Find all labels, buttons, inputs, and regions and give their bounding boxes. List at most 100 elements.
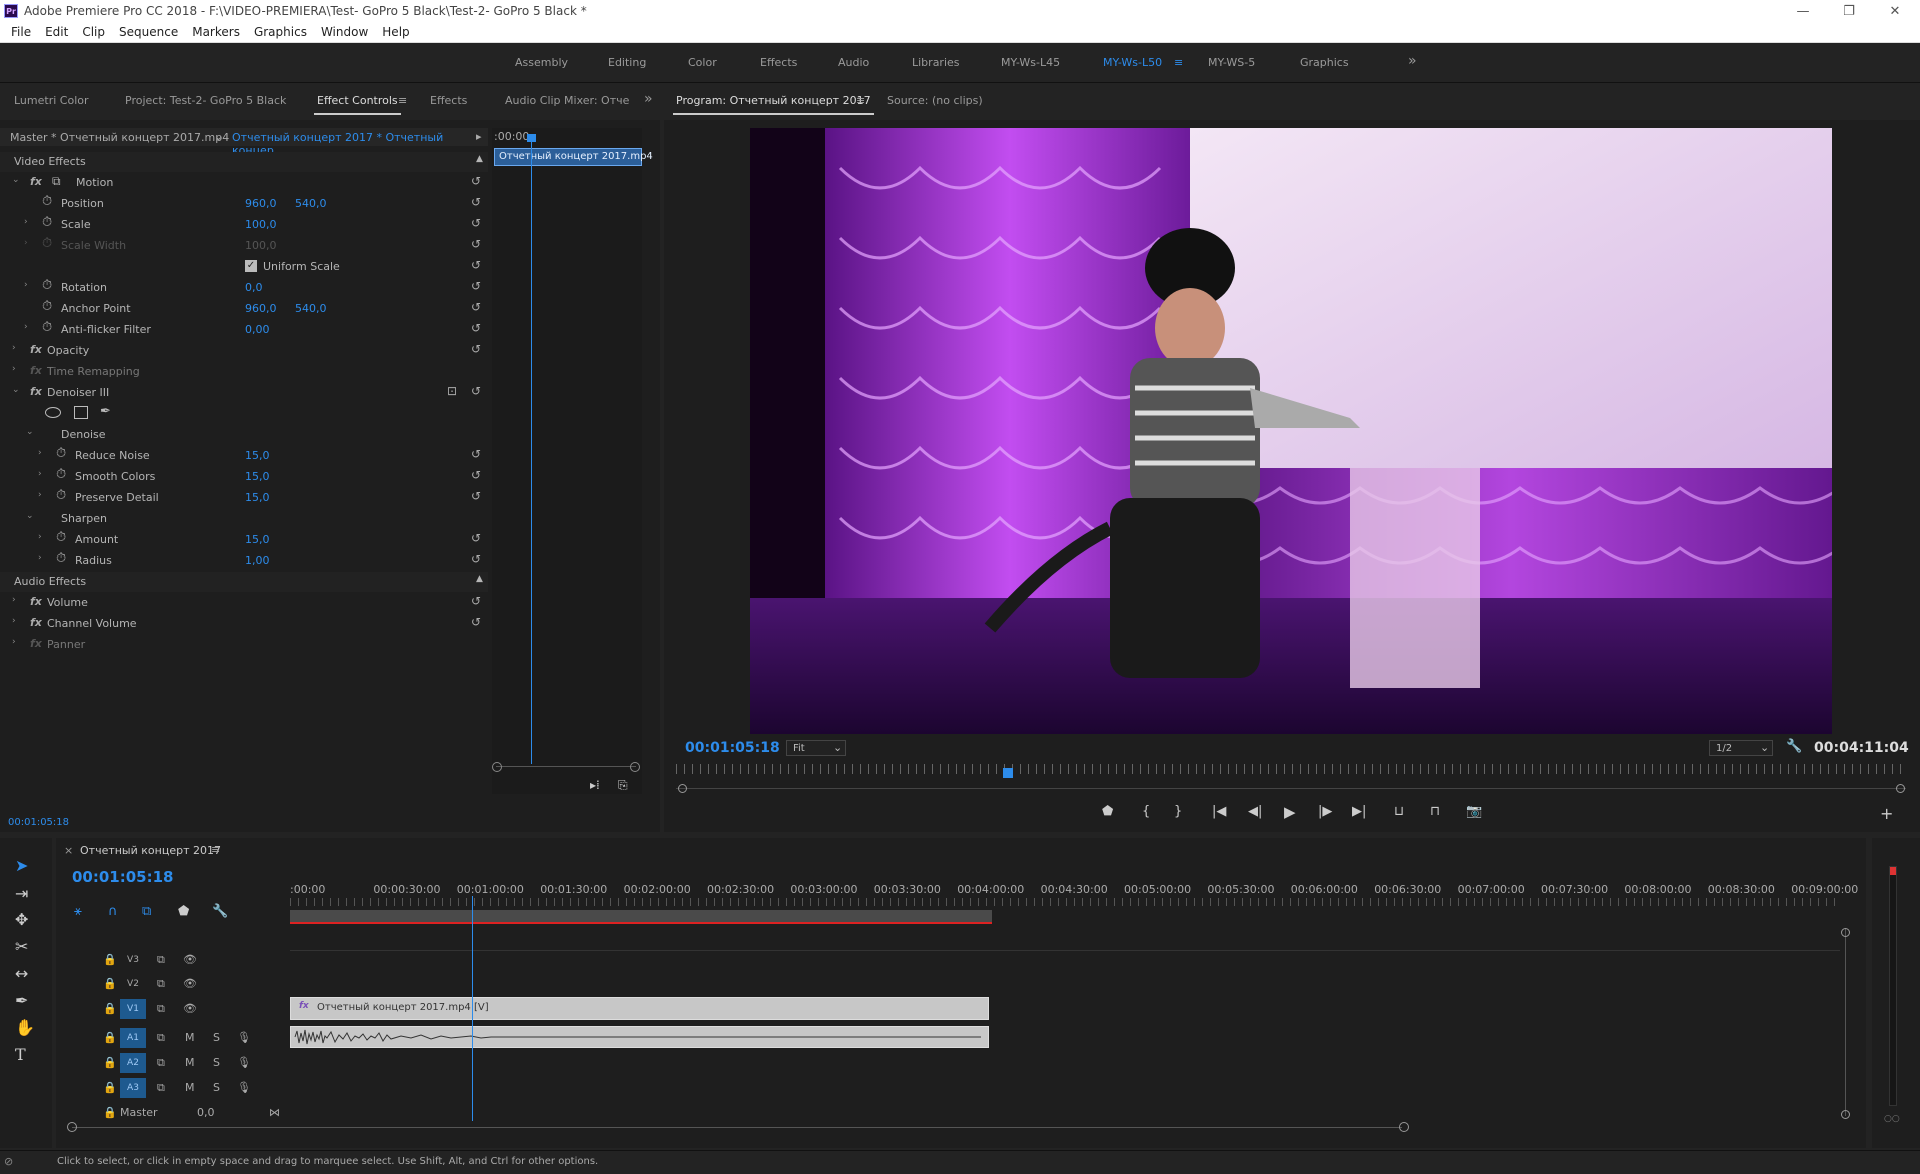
program-video-frame[interactable] [750,128,1832,734]
audio-clip-a1[interactable] [290,1026,989,1048]
menu-help[interactable]: Help [382,25,409,39]
resolution-dropdown[interactable]: 1/2 ⌄ [1709,740,1773,756]
tab-project[interactable]: Project: Test-2- GoPro 5 Black [125,94,286,107]
expand-arrow-icon[interactable]: › [38,553,42,563]
stopwatch-icon[interactable]: ⏱ [56,446,66,461]
reset-icon[interactable]: ↺ [471,258,481,272]
eye-icon[interactable]: 👁 [183,1002,197,1015]
uniform-scale-checkbox[interactable]: ✓ [245,260,257,272]
reset-icon[interactable]: ↺ [471,384,481,398]
reset-icon[interactable]: ↺ [471,237,481,251]
snap-icon[interactable]: ∩ [108,904,118,919]
reduce-noise-value[interactable]: 15,0 [245,449,270,462]
workspace-graphics[interactable]: Graphics [1300,56,1349,69]
denoise-group-row[interactable]: ⌄ Denoise [0,424,485,445]
add-marker-icon[interactable]: ⬟ [1102,804,1113,819]
more-workspaces-icon[interactable]: » [1408,53,1417,69]
workspace-color[interactable]: Color [688,56,717,69]
nest-icon[interactable]: ⚹ [74,904,82,919]
mini-playhead-handle[interactable] [527,134,536,142]
lock-icon[interactable]: 🔒 [103,1081,117,1094]
menu-sequence[interactable]: Sequence [119,25,178,39]
timeline-timecode[interactable]: 00:01:05:18 [72,868,174,886]
solo-button[interactable]: S [213,1081,220,1094]
panel-menu-icon[interactable]: ≡ [856,94,865,107]
track-target-v2[interactable]: V2 [120,974,146,994]
program-zoom-bar[interactable] [676,788,1906,789]
workspace-effects[interactable]: Effects [760,56,797,69]
time-remapping-row[interactable]: › fx Time Remapping [0,361,485,382]
expand-arrow-icon[interactable]: › [12,364,16,374]
expand-arrow-icon[interactable]: › [12,616,16,626]
menu-window[interactable]: Window [321,25,368,39]
reset-icon[interactable]: ↺ [471,468,481,482]
expand-arrow-icon[interactable]: › [38,532,42,542]
expand-chevron-icon[interactable]: ⌄ [12,175,20,185]
track-select-tool-icon[interactable]: ⇥ [15,884,28,903]
stopwatch-icon[interactable]: ⏱ [42,194,52,209]
maximize-icon[interactable]: ❐ [1826,0,1872,22]
anchor-x-value[interactable]: 960,0 [245,302,277,315]
eye-icon[interactable]: 👁 [183,953,197,966]
mute-button[interactable]: M [185,1031,195,1044]
expand-arrow-icon[interactable]: › [12,595,16,605]
hand-tool-icon[interactable]: ✋ [15,1018,35,1037]
sequence-tab[interactable]: Отчетный концерт 2017 [80,844,221,857]
track-target-a1[interactable]: A1 [120,1028,146,1048]
expand-arrow-icon[interactable]: › [38,469,42,479]
keyframe-add-icon[interactable]: ⊡ [447,384,457,398]
lock-icon[interactable]: 🔒 [103,1002,117,1015]
sharpen-group-row[interactable]: ⌄ Sharpen [0,508,485,529]
step-forward-icon[interactable]: |▶ [1318,804,1332,819]
workspace-audio[interactable]: Audio [838,56,869,69]
workspace-libraries[interactable]: Libraries [912,56,960,69]
go-to-out-icon[interactable]: ▶| [1352,804,1366,819]
solo-button[interactable]: S [213,1031,220,1044]
stopwatch-icon[interactable]: ⏱ [42,299,52,314]
stopwatch-icon[interactable]: ⏱ [56,488,66,503]
stopwatch-icon[interactable]: ⏱ [42,278,52,293]
export-icon[interactable]: ⎘ [618,778,628,793]
scroll-handle-left[interactable] [492,762,502,772]
sync-lock-icon[interactable]: ⧉ [157,1056,165,1070]
rectangle-mask-icon[interactable] [74,406,88,419]
scroll-handle-left[interactable] [67,1122,77,1132]
filter-icon[interactable]: ▸⁞ [590,778,600,792]
go-to-edit-icon[interactable]: ⋈ [269,1106,280,1119]
clip-indicator[interactable] [1890,867,1896,875]
reset-icon[interactable]: ↺ [471,195,481,209]
reset-icon[interactable]: ↺ [471,489,481,503]
position-x-value[interactable]: 960,0 [245,197,277,210]
menu-file[interactable]: File [11,25,31,39]
stopwatch-icon[interactable]: ⏱ [42,320,52,335]
meter-solo-icon[interactable]: ○○ [1884,1114,1900,1124]
lock-icon[interactable]: 🔒 [103,1056,117,1069]
program-timecode[interactable]: 00:01:05:18 [685,740,780,756]
zoom-handle-left[interactable] [678,784,687,793]
eye-icon[interactable]: 👁 [183,977,197,990]
reset-icon[interactable]: ↺ [471,552,481,566]
video-clip-v1[interactable]: fx Отчетный концерт 2017.mp4 [V] [290,997,989,1020]
fit-dropdown[interactable]: Fit ⌄ [786,740,846,756]
selection-tool-icon[interactable]: ➤ [15,856,28,875]
microphone-icon[interactable]: 🎙 [237,1031,251,1044]
wrench-icon[interactable]: 🔧 [1786,739,1802,754]
reset-icon[interactable]: ↺ [471,615,481,629]
stopwatch-icon[interactable]: ⏱ [42,215,52,230]
more-tabs-icon[interactable]: » [644,91,653,107]
tab-lumetri-color[interactable]: Lumetri Color [14,94,89,107]
scroll-handle-right[interactable] [630,762,640,772]
preserve-detail-value[interactable]: 15,0 [245,491,270,504]
expand-arrow-icon[interactable]: › [12,637,16,647]
reset-icon[interactable]: ↺ [471,300,481,314]
play-triangle-icon[interactable]: ▸ [476,130,482,143]
tab-program[interactable]: Program: Отчетный концерт 2017 [673,94,874,115]
mini-timeline-playhead[interactable] [531,138,532,764]
fx-icon[interactable]: fx [30,343,42,356]
channel-volume-row[interactable]: › fx Channel Volume ↺ [0,613,485,634]
tab-effects[interactable]: Effects [430,94,467,107]
minimize-icon[interactable]: — [1780,0,1826,22]
menu-clip[interactable]: Clip [82,25,105,39]
workspace-my-ws-5[interactable]: MY-WS-5 [1208,56,1255,69]
master-volume-value[interactable]: 0,0 [197,1106,215,1119]
